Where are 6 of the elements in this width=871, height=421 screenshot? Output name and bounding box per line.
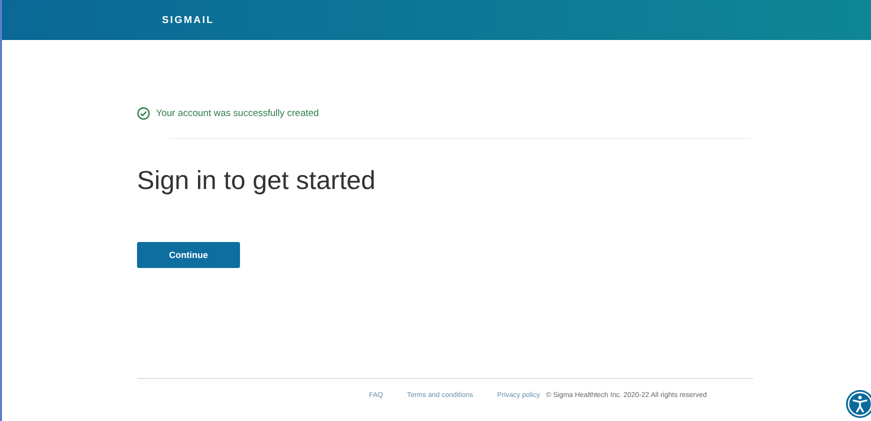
logo[interactable]: SIGMAIL: [162, 14, 214, 26]
continue-button[interactable]: Continue: [137, 242, 240, 268]
page-heading: Sign in to get started: [137, 165, 376, 196]
check-circle-icon: [137, 107, 150, 120]
accessibility-icon[interactable]: [845, 389, 871, 419]
success-message: Your account was successfully created: [156, 108, 319, 119]
